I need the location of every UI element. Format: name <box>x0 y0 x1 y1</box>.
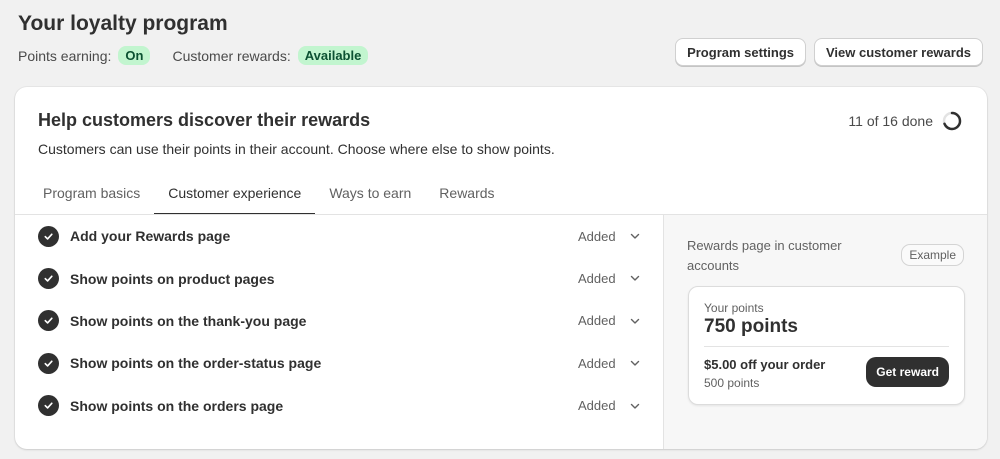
task-status: Added <box>578 228 616 244</box>
your-points-label: Your points <box>704 301 764 315</box>
chevron-down-icon[interactable] <box>629 315 641 327</box>
customer-rewards-badge: Available <box>297 46 369 65</box>
example-badge: Example <box>901 244 964 266</box>
program-status-line: Points earning: On Customer rewards: Ava… <box>18 46 390 65</box>
tab-customer-experience[interactable]: Customer experience <box>154 177 316 215</box>
reward-title: $5.00 off your order <box>704 357 826 372</box>
get-reward-button[interactable]: Get reward <box>866 357 949 387</box>
chevron-down-icon[interactable] <box>629 272 641 284</box>
chevron-down-icon[interactable] <box>629 230 641 242</box>
example-side-panel: Rewards page in customer accounts Exampl… <box>663 215 987 449</box>
checkmark-icon <box>38 225 59 247</box>
rewards-preview-card: Your points 750 points $5.00 off your or… <box>688 286 965 405</box>
progress-ring-icon <box>942 111 962 131</box>
setup-guide-card: Help customers discover their rewards Cu… <box>15 87 987 449</box>
tab-rewards[interactable]: Rewards <box>425 177 508 215</box>
checkmark-icon <box>38 310 59 332</box>
chevron-down-icon[interactable] <box>629 400 641 412</box>
side-panel-title: Rewards page in customer accounts <box>687 238 842 273</box>
progress-indicator: 11 of 16 done <box>848 111 962 131</box>
page-title: Your loyalty program <box>18 12 228 35</box>
task-status: Added <box>578 398 616 414</box>
task-status: Added <box>578 355 616 371</box>
task-status: Added <box>578 271 616 287</box>
task-item-product-pages[interactable]: Show points on product pages Added <box>15 257 663 299</box>
preview-divider <box>704 346 949 347</box>
points-earning-label: Points earning: <box>18 47 112 64</box>
tab-ways-to-earn[interactable]: Ways to earn <box>315 177 425 215</box>
task-status: Added <box>578 313 616 329</box>
progress-text: 11 of 16 done <box>848 113 933 129</box>
card-title: Help customers discover their rewards <box>38 110 371 130</box>
task-label: Show points on the orders page <box>70 397 284 414</box>
card-subtitle: Customers can use their points in their … <box>38 141 555 157</box>
task-item-order-status-page[interactable]: Show points on the order-status page Add… <box>15 342 663 384</box>
task-label: Show points on the order-status page <box>70 355 322 372</box>
points-value: 750 points <box>704 316 798 337</box>
tab-bar: Program basics Customer experience Ways … <box>29 177 509 215</box>
tab-program-basics[interactable]: Program basics <box>29 177 154 215</box>
checkmark-icon <box>38 395 59 417</box>
checkmark-icon <box>38 352 59 374</box>
view-customer-rewards-button[interactable]: View customer rewards <box>814 38 983 66</box>
points-earning-badge: On <box>118 46 151 65</box>
task-item-thank-you-page[interactable]: Show points on the thank-you page Added <box>15 300 663 342</box>
chevron-down-icon[interactable] <box>629 357 641 369</box>
customer-rewards-label: Customer rewards: <box>172 47 291 64</box>
checkmark-icon <box>38 268 59 290</box>
task-list: Add your Rewards page Added Show points … <box>15 215 663 427</box>
task-item-orders-page[interactable]: Show points on the orders page Added <box>15 385 663 427</box>
header-actions: Program settings View customer rewards <box>675 38 983 66</box>
task-label: Show points on the thank-you page <box>70 312 307 329</box>
reward-cost: 500 points <box>704 376 760 390</box>
task-item-rewards-page[interactable]: Add your Rewards page Added <box>15 215 663 257</box>
task-label: Show points on product pages <box>70 270 275 287</box>
program-settings-button[interactable]: Program settings <box>675 38 806 66</box>
task-label: Add your Rewards page <box>70 228 231 245</box>
